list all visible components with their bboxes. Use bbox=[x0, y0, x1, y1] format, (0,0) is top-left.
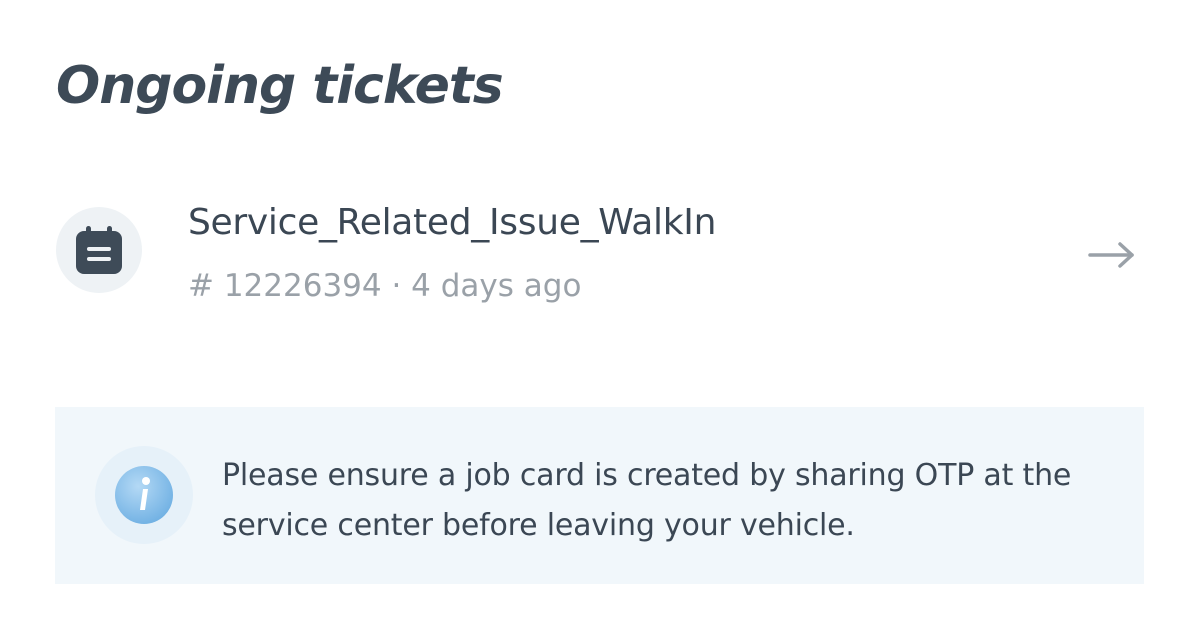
calendar-icon bbox=[76, 226, 122, 274]
info-message: Please ensure a job card is created by s… bbox=[222, 458, 1072, 543]
ticket-title: Service_Related_Issue_WalkIn bbox=[188, 202, 717, 243]
ticket-list-item[interactable]: Service_Related_Issue_WalkIn # 12226394 … bbox=[56, 190, 1146, 310]
page-title: Ongoing tickets bbox=[56, 56, 504, 116]
info-icon bbox=[115, 466, 173, 524]
info-icon-badge bbox=[95, 446, 193, 544]
ticket-meta: # 12226394 · 4 days ago bbox=[188, 268, 582, 304]
ticket-icon-badge bbox=[56, 207, 142, 293]
arrow-right-icon[interactable] bbox=[1088, 240, 1136, 270]
info-banner: Please ensure a job card is created by s… bbox=[55, 407, 1144, 584]
